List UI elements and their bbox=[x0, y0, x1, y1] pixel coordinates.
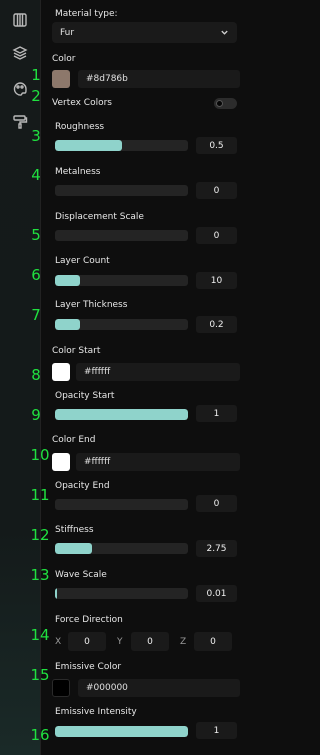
wave-scale-value[interactable]: 0.01 bbox=[196, 585, 237, 602]
emissive-color-label: Emissive Color bbox=[55, 662, 122, 672]
slider-fill bbox=[55, 319, 81, 330]
displacement-scale-slider[interactable] bbox=[55, 230, 188, 241]
roughness-slider[interactable] bbox=[55, 140, 188, 151]
opacity-start-label: Opacity Start bbox=[55, 391, 115, 401]
color-label: Color bbox=[52, 54, 76, 64]
toggle-knob bbox=[216, 100, 223, 107]
metalness-label: Metalness bbox=[55, 167, 101, 177]
annotation-4: 4 bbox=[31, 166, 41, 184]
force-x-label: X bbox=[55, 637, 62, 647]
stiffness-slider[interactable] bbox=[55, 543, 188, 554]
slider-fill bbox=[55, 543, 93, 554]
force-y-input[interactable]: 0 bbox=[131, 632, 169, 651]
force-direction-label: Force Direction bbox=[55, 615, 123, 625]
annotation-11: 11 bbox=[30, 486, 50, 504]
chevron-down-icon bbox=[221, 30, 228, 35]
annotation-2: 2 bbox=[31, 87, 41, 105]
vertex-colors-toggle[interactable] bbox=[214, 98, 237, 109]
color-start-hex-field[interactable]: #ffffff bbox=[76, 363, 240, 381]
layer-thickness-slider[interactable] bbox=[55, 319, 188, 330]
vertex-colors-label: Vertex Colors bbox=[52, 98, 112, 108]
annotation-6: 6 bbox=[31, 266, 41, 284]
annotation-5: 5 bbox=[31, 226, 41, 244]
emissive-color-swatch[interactable] bbox=[52, 679, 70, 697]
material-type-select[interactable]: Fur bbox=[52, 22, 237, 43]
opacity-start-slider[interactable] bbox=[55, 409, 188, 420]
stiffness-value[interactable]: 2.75 bbox=[196, 540, 237, 557]
layer-thickness-value[interactable]: 0.2 bbox=[196, 316, 237, 333]
annotation-10: 10 bbox=[30, 446, 50, 464]
roughness-value[interactable]: 0.5 bbox=[196, 137, 237, 154]
color-end-swatch[interactable] bbox=[52, 453, 70, 471]
roughness-label: Roughness bbox=[55, 122, 105, 132]
annotation-12: 12 bbox=[30, 526, 50, 544]
color-start-label: Color Start bbox=[52, 346, 101, 356]
material-type-label: Material type: bbox=[55, 9, 118, 19]
layer-count-slider[interactable] bbox=[55, 275, 188, 286]
color-swatch[interactable] bbox=[52, 70, 70, 88]
metalness-slider[interactable] bbox=[55, 185, 188, 196]
annotation-8: 8 bbox=[31, 366, 41, 384]
color-end-label: Color End bbox=[52, 435, 96, 445]
wave-scale-slider[interactable] bbox=[55, 588, 188, 599]
annotation-15: 15 bbox=[30, 666, 50, 684]
layer-count-label: Layer Count bbox=[55, 256, 110, 266]
force-y-label: Y bbox=[117, 637, 123, 647]
emissive-intensity-value[interactable]: 1 bbox=[196, 722, 237, 739]
opacity-end-value[interactable]: 0 bbox=[196, 495, 237, 512]
material-type-value: Fur bbox=[60, 27, 75, 38]
slider-fill bbox=[55, 275, 81, 286]
annotation-1: 1 bbox=[31, 66, 41, 84]
slider-fill bbox=[55, 409, 188, 420]
force-z-input[interactable]: 0 bbox=[194, 632, 232, 651]
color-start-swatch[interactable] bbox=[52, 363, 70, 381]
slider-fill bbox=[55, 140, 122, 151]
slider-fill bbox=[55, 726, 188, 737]
annotation-14: 14 bbox=[30, 626, 50, 644]
color-end-hex-field[interactable]: #ffffff bbox=[76, 453, 240, 471]
color-hex-field[interactable]: #8d786b bbox=[78, 70, 240, 88]
opacity-end-slider[interactable] bbox=[55, 499, 188, 510]
metalness-value[interactable]: 0 bbox=[196, 182, 237, 199]
annotation-13: 13 bbox=[30, 566, 50, 584]
layers-icon[interactable] bbox=[11, 44, 29, 62]
film-icon[interactable] bbox=[11, 11, 29, 29]
force-z-label: Z bbox=[180, 637, 187, 647]
emissive-intensity-label: Emissive Intensity bbox=[55, 707, 137, 717]
annotation-9: 9 bbox=[31, 406, 41, 424]
annotation-16: 16 bbox=[30, 726, 50, 744]
displacement-scale-label: Displacement Scale bbox=[55, 212, 144, 222]
stiffness-label: Stiffness bbox=[55, 525, 94, 535]
layer-thickness-label: Layer Thickness bbox=[55, 300, 128, 310]
layer-count-value[interactable]: 10 bbox=[196, 272, 237, 289]
emissive-intensity-slider[interactable] bbox=[55, 726, 188, 737]
wave-scale-label: Wave Scale bbox=[55, 570, 107, 580]
displacement-scale-value[interactable]: 0 bbox=[196, 227, 237, 244]
slider-fill bbox=[55, 588, 57, 599]
opacity-start-value[interactable]: 1 bbox=[196, 405, 237, 422]
opacity-end-label: Opacity End bbox=[55, 481, 110, 491]
annotation-7: 7 bbox=[31, 306, 41, 324]
force-x-input[interactable]: 0 bbox=[68, 632, 106, 651]
annotation-3: 3 bbox=[31, 127, 41, 145]
emissive-color-hex-field[interactable]: #000000 bbox=[78, 679, 240, 697]
